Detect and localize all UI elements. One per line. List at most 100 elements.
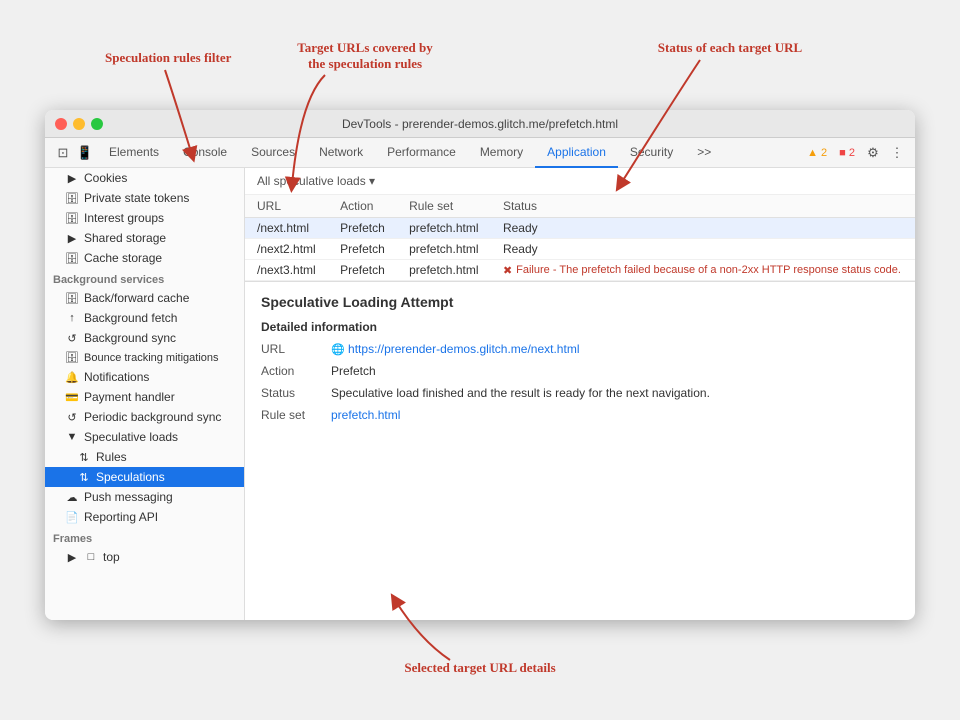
collapse-icon: ▼	[65, 431, 79, 443]
sidebar-item-periodic[interactable]: ↺ Periodic background sync	[45, 407, 244, 427]
devtools-toolbar: ⊡ 📱 Elements Console Sources Network Per…	[45, 138, 915, 168]
panel-header[interactable]: All speculative loads ▾	[245, 168, 915, 195]
sidebar-item-notifications[interactable]: 🔔 Notifications	[45, 367, 244, 387]
svg-text:the speculation rules: the speculation rules	[308, 56, 422, 71]
sidebar-item-payment[interactable]: 💳 Payment handler	[45, 387, 244, 407]
tab-elements[interactable]: Elements	[97, 138, 171, 168]
title-bar: DevTools - prerender-demos.glitch.me/pre…	[45, 110, 915, 138]
speculations-icon: ⇅	[77, 471, 91, 484]
sidebar-item-bfcache[interactable]: 🗄 Back/forward cache	[45, 288, 244, 308]
sidebar-label: Bounce tracking mitigations	[84, 352, 219, 364]
sidebar-item-bg-fetch[interactable]: ↑ Background fetch	[45, 308, 244, 328]
db-icon: 🗄	[65, 252, 79, 265]
globe-icon: 🌐	[331, 344, 345, 356]
inspect-icon[interactable]: ⊡	[53, 143, 73, 163]
sidebar-label: Periodic background sync	[84, 410, 221, 424]
sidebar-item-top[interactable]: ▶ □ top	[45, 547, 244, 567]
ruleset-link[interactable]: prefetch.html	[331, 408, 400, 422]
cell-status: Ready	[491, 239, 915, 260]
tab-memory[interactable]: Memory	[468, 138, 535, 168]
detail-label-url: URL	[261, 342, 331, 356]
traffic-lights	[55, 118, 103, 130]
sidebar-label: Speculative loads	[84, 430, 178, 444]
db-icon: 🗄	[65, 212, 79, 225]
main-panel: All speculative loads ▾ URL Action Rule …	[245, 168, 915, 620]
notif-icon: 🔔	[65, 371, 79, 384]
url-link[interactable]: https://prerender-demos.glitch.me/next.h…	[348, 342, 579, 356]
sidebar-item-shared[interactable]: ▶ Shared storage	[45, 228, 244, 248]
window-title: DevTools - prerender-demos.glitch.me/pre…	[342, 117, 618, 131]
sidebar-item-push[interactable]: ☁ Push messaging	[45, 487, 244, 507]
sidebar-item-interest[interactable]: 🗄 Interest groups	[45, 208, 244, 228]
sidebar-label: top	[103, 550, 120, 564]
sidebar-label: Shared storage	[84, 231, 166, 245]
cell-url: /next.html	[245, 218, 328, 239]
tab-security[interactable]: Security	[618, 138, 685, 168]
close-button[interactable]	[55, 118, 67, 130]
sidebar-item-bounce[interactable]: 🗄 Bounce tracking mitigations	[45, 348, 244, 367]
tab-bar: Elements Console Sources Network Perform…	[97, 138, 801, 168]
warning-badge: ▲ 2	[803, 146, 831, 160]
tab-application[interactable]: Application	[535, 138, 618, 168]
fetch-icon: ↑	[65, 312, 79, 324]
sidebar-item-rules[interactable]: ⇅ Rules	[45, 447, 244, 467]
browser-window: DevTools - prerender-demos.glitch.me/pre…	[45, 110, 915, 620]
device-icon[interactable]: 📱	[75, 143, 95, 163]
sidebar-item-bg-sync[interactable]: ↺ Background sync	[45, 328, 244, 348]
tab-more[interactable]: >>	[685, 138, 723, 168]
rules-icon: ⇅	[77, 451, 91, 464]
detail-panel: Speculative Loading Attempt Detailed inf…	[245, 281, 915, 620]
detail-label-action: Action	[261, 364, 331, 378]
detail-label-status: Status	[261, 386, 331, 400]
sidebar-label: Payment handler	[84, 390, 175, 404]
more-icon[interactable]: ⋮	[887, 143, 907, 163]
sidebar: ▶ Cookies 🗄 Private state tokens 🗄 Inter…	[45, 168, 245, 620]
periodic-icon: ↺	[65, 411, 79, 424]
frames-section: Frames	[45, 527, 244, 547]
sidebar-item-speculations[interactable]: ⇅ Speculations	[45, 467, 244, 487]
svg-text:Status of each target URL: Status of each target URL	[658, 40, 803, 55]
col-ruleset: Rule set	[397, 195, 491, 218]
detail-value-status: Speculative load finished and the result…	[331, 386, 899, 400]
sidebar-label: Notifications	[84, 370, 149, 384]
bounce-icon: 🗄	[65, 351, 79, 364]
sidebar-item-cache[interactable]: 🗄 Cache storage	[45, 248, 244, 268]
cell-action: Prefetch	[328, 239, 397, 260]
frame-icon: □	[84, 551, 98, 563]
detail-subtitle: Detailed information	[261, 320, 899, 334]
sidebar-item-private-state[interactable]: 🗄 Private state tokens	[45, 188, 244, 208]
cell-action: Prefetch	[328, 260, 397, 281]
cell-status: Ready	[491, 218, 915, 239]
sidebar-item-speculative[interactable]: ▼ Speculative loads	[45, 427, 244, 447]
tab-network[interactable]: Network	[307, 138, 375, 168]
maximize-button[interactable]	[91, 118, 103, 130]
sidebar-item-cookies[interactable]: ▶ Cookies	[45, 168, 244, 188]
sidebar-label: Back/forward cache	[84, 291, 189, 305]
tab-console[interactable]: Console	[171, 138, 239, 168]
settings-icon[interactable]: ⚙	[863, 143, 883, 163]
toolbar-right: ▲ 2 ■ 2 ⚙ ⋮	[803, 143, 907, 163]
table-row[interactable]: /next.htmlPrefetchprefetch.htmlReady	[245, 218, 915, 239]
tab-sources[interactable]: Sources	[239, 138, 307, 168]
sidebar-label: Reporting API	[84, 510, 158, 524]
minimize-button[interactable]	[73, 118, 85, 130]
detail-row-url: URL 🌐 https://prerender-demos.glitch.me/…	[261, 342, 899, 356]
all-speculative-label: All speculative loads ▾	[257, 174, 375, 188]
table-row[interactable]: /next2.htmlPrefetchprefetch.htmlReady	[245, 239, 915, 260]
payment-icon: 💳	[65, 391, 79, 404]
cell-status: ✖Failure - The prefetch failed because o…	[491, 260, 915, 281]
col-url: URL	[245, 195, 328, 218]
sidebar-label: Private state tokens	[84, 191, 189, 205]
table-row[interactable]: /next3.htmlPrefetchprefetch.html✖Failure…	[245, 260, 915, 281]
sidebar-label: Background fetch	[84, 311, 177, 325]
col-action: Action	[328, 195, 397, 218]
table-area: All speculative loads ▾ URL Action Rule …	[245, 168, 915, 281]
detail-title: Speculative Loading Attempt	[261, 294, 899, 310]
detail-value-action: Prefetch	[331, 364, 899, 378]
detail-row-status: Status Speculative load finished and the…	[261, 386, 899, 400]
error-badge: ■ 2	[835, 146, 859, 160]
tab-performance[interactable]: Performance	[375, 138, 468, 168]
devtools-body: ▶ Cookies 🗄 Private state tokens 🗄 Inter…	[45, 168, 915, 620]
sidebar-item-reporting[interactable]: 📄 Reporting API	[45, 507, 244, 527]
expand-icon: ▶	[65, 172, 79, 185]
